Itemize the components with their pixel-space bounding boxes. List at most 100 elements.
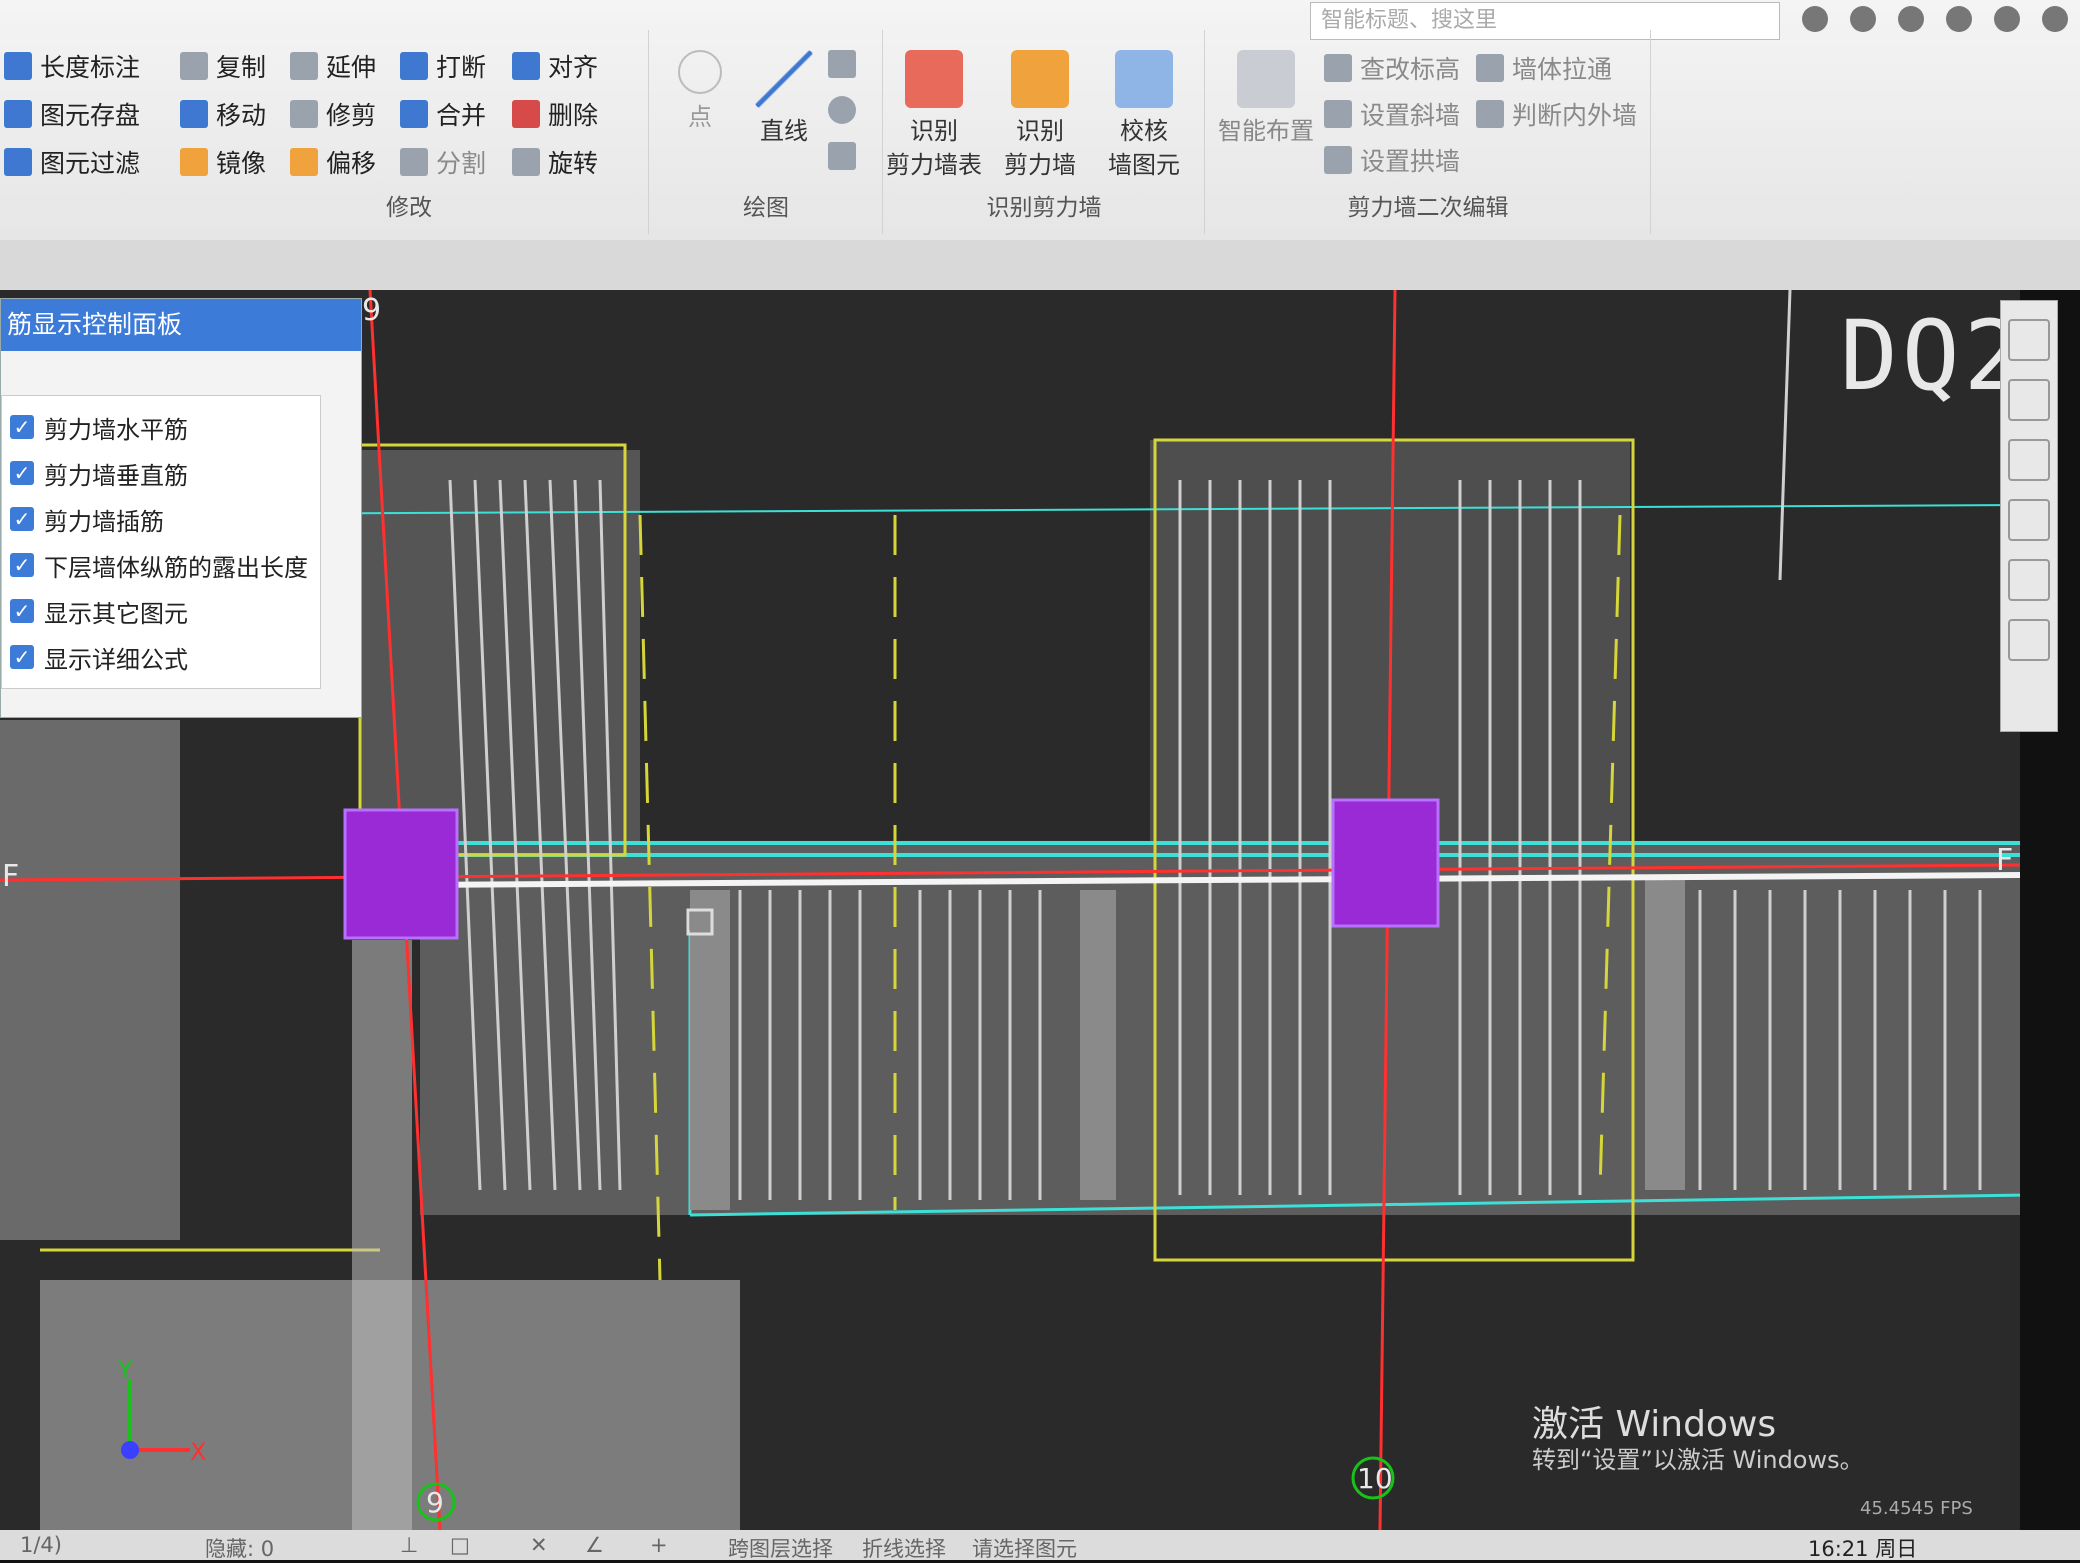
- chat-icon[interactable]: [1898, 6, 1924, 32]
- filter-element-button[interactable]: 图元过滤: [4, 144, 140, 180]
- save-icon: [4, 100, 32, 128]
- checkbox-icon[interactable]: ✓: [10, 507, 34, 531]
- group-edit2-label: 剪力墙二次编辑: [1347, 195, 1509, 221]
- checkbox-icon[interactable]: ✓: [10, 415, 34, 439]
- button-label: 长度标注: [40, 53, 141, 82]
- arch-wall-icon: [1324, 146, 1352, 174]
- mirror-button[interactable]: 镜像: [180, 144, 266, 180]
- edit-elevation-button[interactable]: 查改标高: [1324, 50, 1460, 86]
- judge-inner-outer-wall-button[interactable]: 判断内外墙: [1476, 96, 1637, 132]
- orbit-icon[interactable]: [2008, 319, 2050, 361]
- button-label: 设置斜墙: [1360, 101, 1461, 130]
- identify-wall-table-button[interactable]: 识别 剪力墙表: [884, 50, 984, 182]
- layout-view-icon[interactable]: [2008, 619, 2050, 661]
- title-bar-icons: [1802, 6, 2068, 32]
- merge-icon: [400, 100, 428, 128]
- shirt-icon[interactable]: [2042, 6, 2068, 32]
- snap-ortho-button[interactable]: ⊥: [400, 1533, 418, 1557]
- cube-view-icon[interactable]: [2008, 439, 2050, 481]
- group-modify-label[interactable]: 修改: [170, 188, 648, 222]
- bell-icon[interactable]: [1850, 6, 1876, 32]
- length-dimension-button[interactable]: 长度标注: [4, 48, 140, 84]
- eraser-icon: [512, 100, 540, 128]
- button-label: 点: [688, 103, 712, 131]
- rectangle-button[interactable]: [828, 142, 856, 170]
- split-icon: [400, 148, 428, 176]
- cross-layer-select-button[interactable]: 跨图层选择: [728, 1533, 833, 1563]
- group-draw-label[interactable]: 绘图: [650, 188, 882, 222]
- option-label: 显示其它图元: [44, 599, 188, 628]
- 3d-view-icon[interactable]: [2008, 379, 2050, 421]
- rectangle-icon: [828, 142, 856, 170]
- offset-button[interactable]: 偏移: [290, 144, 376, 180]
- checkbox-icon[interactable]: ✓: [10, 599, 34, 623]
- option-label: 剪力墙水平筋: [44, 415, 188, 444]
- user-icon[interactable]: [1802, 6, 1828, 32]
- column-10F[interactable]: [1331, 798, 1440, 928]
- axis-label-9-bottom: 9: [426, 1486, 444, 1519]
- button-label: 设置拱墙: [1360, 147, 1461, 176]
- group-identify-shear-wall: 识别 剪力墙表 识别 剪力墙 校核 墙图元 识别剪力墙: [884, 30, 1205, 234]
- view-navigation-bar: [2000, 300, 2058, 732]
- align-button[interactable]: 对齐: [512, 48, 598, 84]
- wall-search-icon: [1011, 50, 1069, 108]
- option-vertical-rebar[interactable]: ✓ 剪力墙垂直筋: [2, 450, 320, 496]
- delete-button[interactable]: 删除: [512, 96, 598, 132]
- identify-shear-wall-button[interactable]: 识别 剪力墙: [990, 50, 1090, 182]
- set-inclined-wall-button[interactable]: 设置斜墙: [1324, 96, 1460, 132]
- gift-icon[interactable]: [1946, 6, 1972, 32]
- save-element-button[interactable]: 图元存盘: [4, 96, 140, 132]
- merge-button[interactable]: 合并: [400, 96, 486, 132]
- taskbar-clock: 16:21 周日: [1808, 1537, 1918, 1561]
- snap-plus-button[interactable]: +: [650, 1533, 668, 1557]
- rotate-view-icon[interactable]: [2008, 559, 2050, 601]
- extend-button[interactable]: 延伸: [290, 48, 376, 84]
- button-label: 旋转: [548, 149, 599, 178]
- filter-icon: [4, 148, 32, 176]
- button-label: 识别 剪力墙: [1004, 117, 1076, 179]
- checkbox-icon[interactable]: ✓: [10, 645, 34, 669]
- circle-button[interactable]: [828, 96, 856, 124]
- rotate-button[interactable]: 旋转: [512, 144, 598, 180]
- column-9F[interactable]: [343, 808, 459, 940]
- arc-icon: [828, 50, 856, 78]
- button-label: 合并: [436, 101, 487, 130]
- snap-cross-button[interactable]: ✕: [530, 1533, 548, 1557]
- activation-watermark-text: 转到“设置”以激活 Windows。: [1532, 1446, 1864, 1474]
- button-label: 直线: [760, 117, 808, 145]
- button-label: 镜像: [216, 149, 267, 178]
- align-icon: [512, 52, 540, 80]
- set-arch-wall-button[interactable]: 设置拱墙: [1324, 142, 1460, 178]
- arc-button[interactable]: [828, 50, 856, 78]
- polyline-select-button[interactable]: 折线选择: [862, 1533, 946, 1563]
- box-view-icon[interactable]: [2008, 499, 2050, 541]
- option-horizontal-rebar[interactable]: ✓ 剪力墙水平筋: [2, 404, 320, 450]
- split-button[interactable]: 分割: [400, 144, 486, 180]
- copy-button[interactable]: 复制: [180, 48, 266, 84]
- wall-pull-through-button[interactable]: 墙体拉通: [1476, 50, 1612, 86]
- check-wall-element-button[interactable]: 校核 墙图元: [1094, 50, 1194, 182]
- button-label: 复制: [216, 53, 267, 82]
- inner-outer-wall-icon: [1476, 100, 1504, 128]
- checkbox-icon[interactable]: ✓: [10, 553, 34, 577]
- help-icon[interactable]: [1994, 6, 2020, 32]
- axis-label-F-right: F: [1996, 843, 2013, 878]
- option-show-formula[interactable]: ✓ 显示详细公式: [2, 634, 320, 680]
- button-label: 删除: [548, 101, 599, 130]
- trim-button[interactable]: 修剪: [290, 96, 376, 132]
- break-button[interactable]: 打断: [400, 48, 486, 84]
- option-show-other-elements[interactable]: ✓ 显示其它图元: [2, 588, 320, 634]
- table-search-icon: [905, 50, 963, 108]
- option-dowel-rebar[interactable]: ✓ 剪力墙插筋: [2, 496, 320, 542]
- move-button[interactable]: 移动: [180, 96, 266, 132]
- snap-angle-button[interactable]: ∠: [585, 1533, 604, 1557]
- option-exposed-length[interactable]: ✓ 下层墙体纵筋的露出长度: [2, 542, 320, 588]
- snap-box-button[interactable]: □: [450, 1533, 470, 1557]
- wall-column: [1645, 880, 1685, 1190]
- button-label: 判断内外墙: [1512, 101, 1638, 130]
- checkbox-icon[interactable]: ✓: [10, 461, 34, 485]
- option-label: 剪力墙插筋: [44, 507, 164, 536]
- copy-icon: [180, 52, 208, 80]
- smart-layout-button[interactable]: 智能布置: [1216, 50, 1316, 148]
- line-button[interactable]: 直线: [734, 50, 834, 148]
